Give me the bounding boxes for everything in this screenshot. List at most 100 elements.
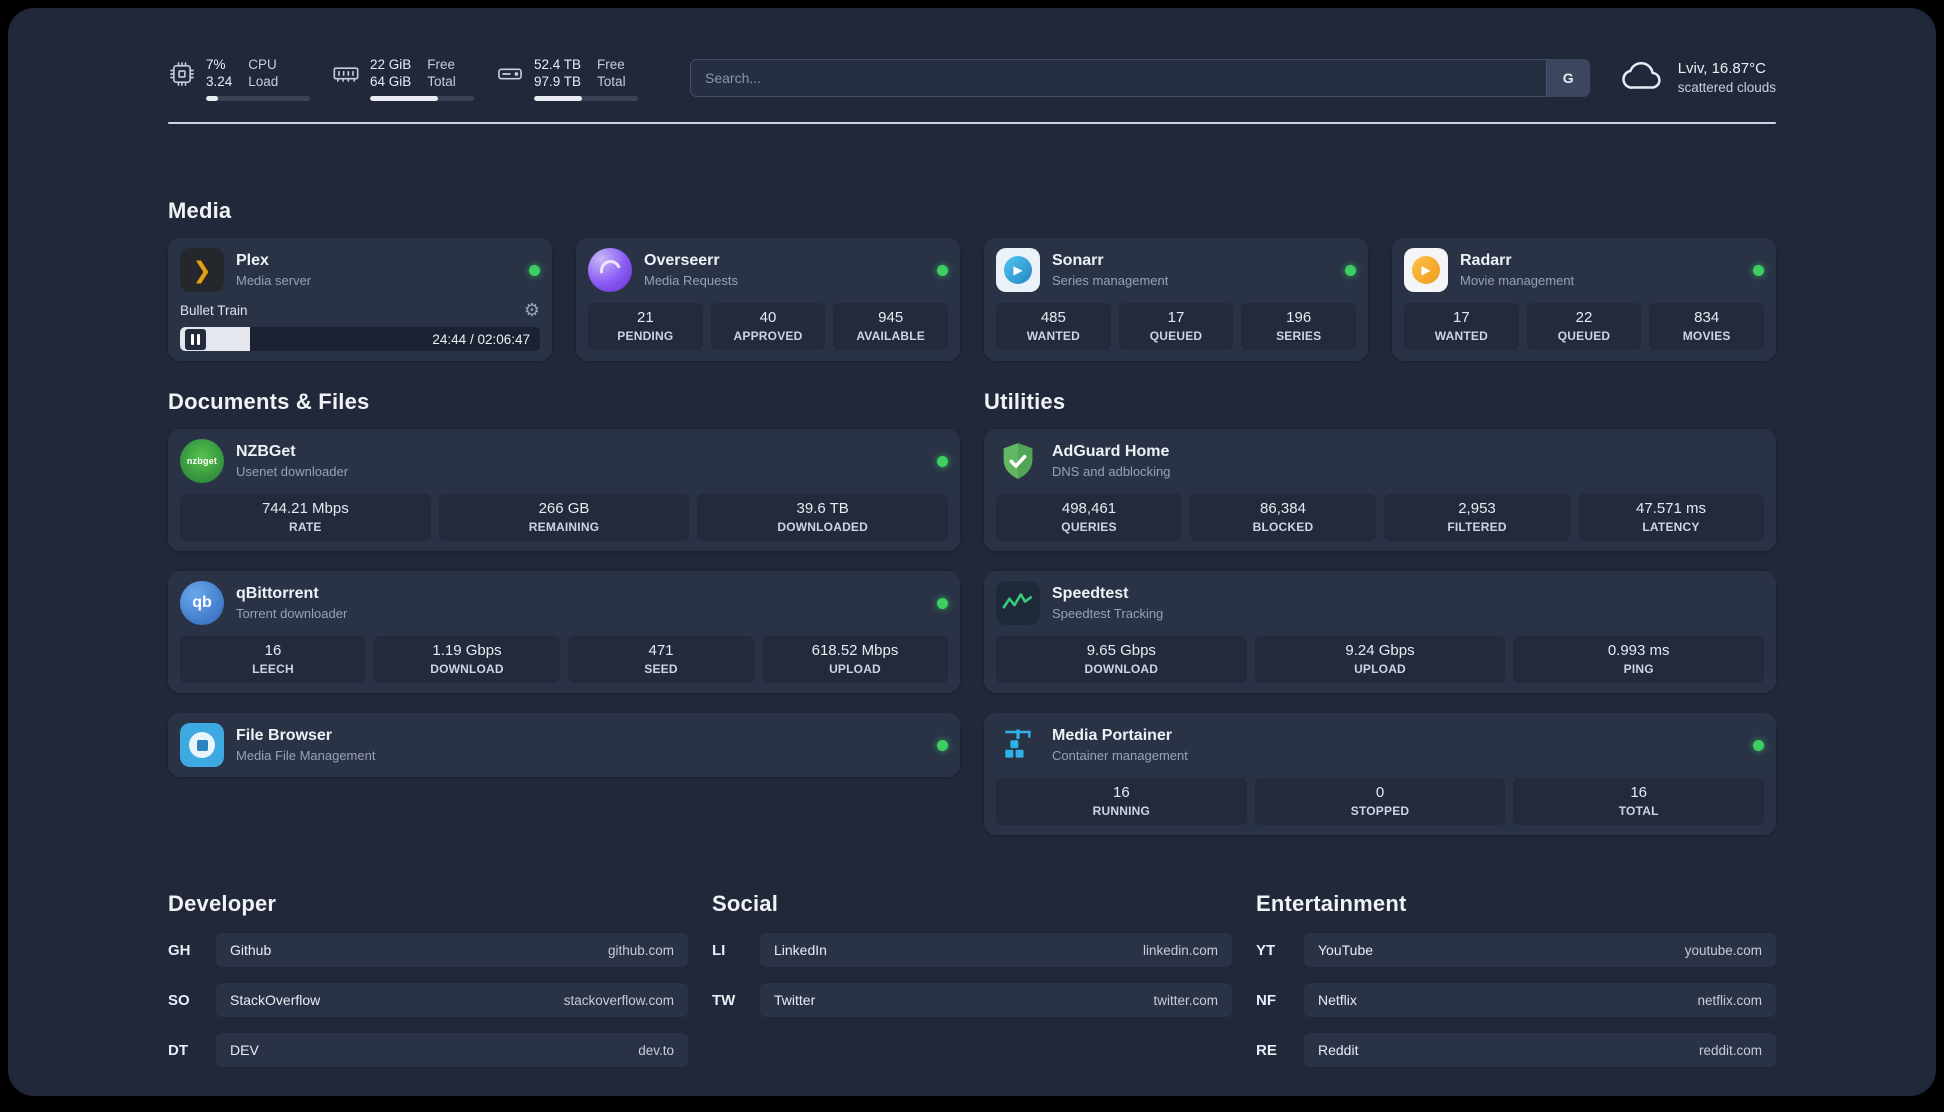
- stat-label: STOPPED: [1350, 804, 1410, 818]
- stat-ping: 0.993 ms PING: [1513, 636, 1765, 683]
- stat-filtered: 2,953 FILTERED: [1384, 494, 1570, 541]
- radarr-icon: ▶: [1404, 248, 1448, 292]
- link-url: dev.to: [638, 1042, 674, 1058]
- qbittorrent-card[interactable]: qb qBittorrent Torrent downloader 16 LEE…: [168, 571, 960, 693]
- gear-icon[interactable]: ⚙: [524, 301, 540, 319]
- stat-label: APPROVED: [733, 329, 803, 343]
- pause-button[interactable]: [185, 328, 206, 350]
- link-prefix: LI: [712, 941, 726, 959]
- section-title-social: Social: [712, 891, 779, 916]
- link-reddit[interactable]: RE Reddit reddit.com: [1256, 1033, 1776, 1067]
- radarr-card[interactable]: ▶ Radarr Movie management 17 WANTED 22 Q…: [1392, 238, 1776, 361]
- ram-free-value: 22 GiB: [370, 56, 412, 72]
- link-url: netflix.com: [1697, 992, 1762, 1008]
- section-entertainment: Entertainment YT YouTube youtube.com NF …: [1256, 891, 1776, 1067]
- stat-value: 47.571 ms: [1635, 500, 1707, 517]
- stat-label: AVAILABLE: [856, 329, 926, 343]
- link-label: YouTube: [1318, 942, 1374, 958]
- stat-label: BLOCKED: [1252, 520, 1314, 534]
- plex-card[interactable]: ❯ Plex Media server Bullet Train ⚙ 24:44…: [168, 238, 552, 361]
- header-divider: [168, 122, 1776, 124]
- app-subtitle: Media File Management: [236, 748, 376, 763]
- status-dot: [937, 455, 948, 467]
- stat-value: 618.52 Mbps: [811, 642, 899, 659]
- search-input[interactable]: [690, 59, 1590, 97]
- disk-icon: [496, 60, 524, 93]
- filebrowser-card[interactable]: File Browser Media File Management: [168, 713, 960, 777]
- section-social: Social LI LinkedIn linkedin.com TW Twitt…: [712, 891, 1232, 1017]
- stat-value: 40: [759, 309, 777, 326]
- now-playing-title: Bullet Train: [180, 302, 248, 318]
- stat-queued: 22 QUEUED: [1526, 303, 1642, 350]
- stat-pending: 21 PENDING: [588, 303, 703, 350]
- link-prefix: RE: [1256, 1041, 1277, 1059]
- link-youtube[interactable]: YT YouTube youtube.com: [1256, 933, 1776, 967]
- weather-condition: scattered clouds: [1677, 80, 1776, 95]
- section-title-developer: Developer: [168, 891, 277, 916]
- link-stackoverflow[interactable]: SO StackOverflow stackoverflow.com: [168, 983, 688, 1017]
- stat-wanted: 485 WANTED: [996, 303, 1111, 350]
- status-dot: [1753, 264, 1764, 276]
- stat-download: 9.65 Gbps DOWNLOAD: [996, 636, 1247, 683]
- qbittorrent-icon: qb: [180, 581, 224, 625]
- stat-value: 16: [1112, 784, 1130, 801]
- link-twitter[interactable]: TW Twitter twitter.com: [712, 983, 1232, 1017]
- cpu-percent: 7%: [206, 56, 226, 72]
- search-engine-button[interactable]: G: [1545, 59, 1590, 97]
- nzbget-card[interactable]: nzbget NZBGet Usenet downloader 744.21 M…: [168, 429, 960, 551]
- disk-free-value: 52.4 TB: [534, 56, 582, 72]
- nzbget-icon: nzbget: [180, 439, 224, 483]
- link-prefix: YT: [1256, 941, 1276, 959]
- sonarr-card[interactable]: ▶ Sonarr Series management 485 WANTED 17…: [984, 238, 1368, 361]
- stat-label: PING: [1623, 662, 1654, 676]
- link-url: twitter.com: [1153, 992, 1218, 1008]
- stat-label: DOWNLOADED: [777, 520, 869, 534]
- ram-label-bottom: Total: [427, 73, 456, 89]
- speedtest-icon: [996, 581, 1040, 625]
- stat-label: LATENCY: [1642, 520, 1700, 534]
- cloud-icon: [1620, 53, 1666, 104]
- playback-progress-bar[interactable]: 24:44 / 02:06:47: [180, 327, 540, 351]
- stat-queries: 498,461 QUERIES: [996, 494, 1182, 541]
- cpu-label-bottom: Load: [248, 73, 279, 89]
- stat-label: WANTED: [1026, 329, 1080, 343]
- stat-value: 16: [264, 642, 282, 659]
- stat-blocked: 86,384 BLOCKED: [1190, 494, 1376, 541]
- stat-label: RUNNING: [1092, 804, 1151, 818]
- status-dot: [937, 264, 948, 276]
- link-label: DEV: [230, 1042, 259, 1058]
- app-name: qBittorrent: [236, 585, 319, 602]
- overseerr-card[interactable]: Overseerr Media Requests 21 PENDING 40 A…: [576, 238, 960, 361]
- portainer-card[interactable]: Media Portainer Container management 16 …: [984, 713, 1776, 835]
- weather-location: Lviv, 16.87°C: [1677, 60, 1766, 77]
- app-name: Media Portainer: [1052, 727, 1173, 744]
- cpu-icon: [168, 60, 196, 93]
- stat-value: 86,384: [1260, 500, 1306, 517]
- dashboard-root: 7% 3.24 CPU Load 22 GiB 64 GiB Free Tota…: [8, 8, 1936, 1096]
- speedtest-card[interactable]: Speedtest Speedtest Tracking 9.65 Gbps D…: [984, 571, 1776, 693]
- app-name: AdGuard Home: [1052, 443, 1170, 460]
- stat-value: 0.993 ms: [1607, 642, 1670, 659]
- link-github[interactable]: GH Github github.com: [168, 933, 688, 967]
- link-linkedin[interactable]: LI LinkedIn linkedin.com: [712, 933, 1232, 967]
- link-label: LinkedIn: [774, 942, 827, 958]
- disk-total-value: 97.9 TB: [534, 73, 582, 89]
- stat-label: MOVIES: [1682, 329, 1731, 343]
- stat-value: 945: [878, 309, 904, 326]
- app-subtitle: Media server: [236, 273, 312, 288]
- stat-label: SEED: [644, 662, 678, 676]
- top-bar: 7% 3.24 CPU Load 22 GiB 64 GiB Free Tota…: [168, 50, 1776, 106]
- stat-rate: 744.21 Mbps RATE: [180, 494, 431, 541]
- disk-widget: 52.4 TB 97.9 TB Free Total: [496, 56, 638, 101]
- adguard-icon: [996, 439, 1040, 483]
- link-url: youtube.com: [1684, 942, 1762, 958]
- link-dev[interactable]: DT DEV dev.to: [168, 1033, 688, 1067]
- adguard-card[interactable]: AdGuard Home DNS and adblocking 498,461 …: [984, 429, 1776, 551]
- stat-value: 498,461: [1061, 500, 1117, 517]
- stat-label: PENDING: [617, 329, 674, 343]
- link-netflix[interactable]: NF Netflix netflix.com: [1256, 983, 1776, 1017]
- stat-label: RATE: [289, 520, 322, 534]
- stat-movies: 834 MOVIES: [1649, 303, 1765, 350]
- stat-leech: 16 LEECH: [180, 636, 366, 683]
- link-prefix: DT: [168, 1041, 188, 1059]
